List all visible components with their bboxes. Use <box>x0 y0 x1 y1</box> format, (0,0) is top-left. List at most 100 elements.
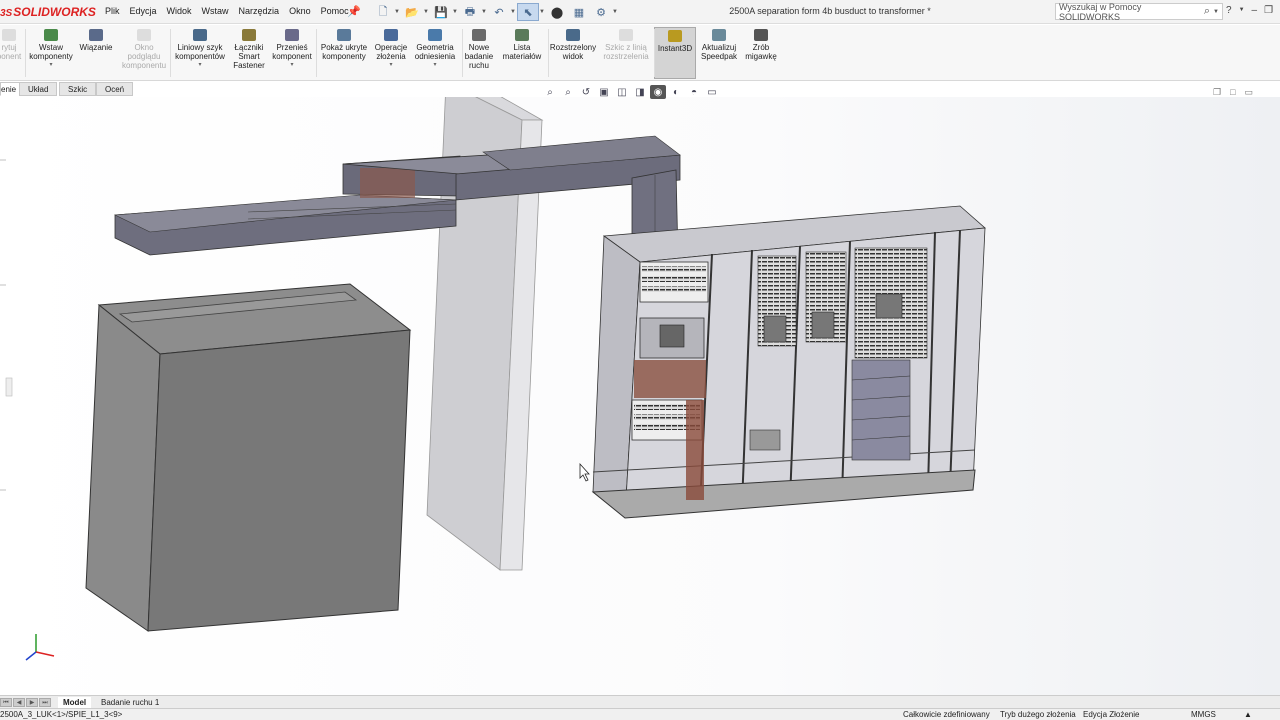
search-icon[interactable]: ⌕ <box>1204 5 1210 18</box>
ribbon-separator <box>170 29 171 77</box>
ribbon-button-linear-pattern[interactable]: Liniowy szyk komponentów ▾ <box>172 27 228 70</box>
command-manager: rytuj ponentWstaw komponenty▾WiązanieOkn… <box>0 25 1280 81</box>
tab-sketch[interactable]: Szkic <box>59 82 97 96</box>
ribbon-button-bom[interactable]: Lista materiałów <box>500 27 544 61</box>
solidworks-logo[interactable]: 3SSOLIDWORKS <box>0 5 96 19</box>
graphics-area[interactable] <box>0 97 1280 695</box>
status-units[interactable]: MMGS <box>1191 710 1216 719</box>
menu-bar: Plik Edycja Widok Wstaw Narzędzia Okno P… <box>100 6 354 16</box>
ribbon-button-motion-study[interactable]: Nowe badanie ruchu <box>462 27 496 70</box>
ribbon-button-instant3d[interactable]: Instant3D <box>654 27 696 79</box>
hide-show-items-icon[interactable]: ◉ <box>650 85 666 99</box>
status-bar: 2500A_3_LUK<1>/SPIE_L1_3<9> Całkowicie z… <box>0 708 1280 720</box>
viewport-restore-icon[interactable]: ❐ <box>1213 87 1221 98</box>
undo-icon[interactable]: ↶ <box>488 3 510 21</box>
save-icon[interactable]: 💾 <box>430 3 452 21</box>
assembly-features-icon <box>384 29 398 41</box>
display-style-icon[interactable]: ◨ <box>632 85 648 99</box>
edit-appearance-icon[interactable]: ◐ <box>668 85 684 99</box>
tab-model[interactable]: Model <box>58 697 92 708</box>
ribbon-caret-icon[interactable]: ▾ <box>372 61 410 70</box>
title-bar: 3SSOLIDWORKS Plik Edycja Widok Wstaw Nar… <box>0 0 1280 24</box>
viewport-maximize-icon[interactable]: □ <box>1230 87 1235 98</box>
open-caret-icon[interactable]: ▼ <box>423 9 430 15</box>
ribbon-button-label: Przenieś komponent <box>272 43 312 61</box>
view-orientation-icon[interactable]: ◫ <box>614 85 630 99</box>
options-gear-icon[interactable]: ⚙ <box>590 3 612 21</box>
ribbon-button-show-hidden[interactable]: Pokaż ukryte komponenty <box>318 27 370 61</box>
traffic-light-icon[interactable]: ⬤ <box>546 3 568 21</box>
ribbon-button-explode-line-sketch[interactable]: Szkic z linią rozstrzelenia <box>600 27 652 61</box>
ribbon-button-assembly-features[interactable]: Operacje złożenia ▾ <box>372 27 410 70</box>
open-document-icon[interactable]: 📂 <box>401 3 423 21</box>
ribbon-caret-icon[interactable]: ▾ <box>270 61 314 70</box>
linear-pattern-icon <box>193 29 207 41</box>
menu-tools[interactable]: Narzędzia <box>234 6 285 16</box>
view-settings-icon[interactable]: ▭ <box>704 85 720 99</box>
menu-file[interactable]: Plik <box>100 6 125 16</box>
ribbon-button-exploded-view[interactable]: Rozstrzelony widok <box>548 27 598 61</box>
menu-edit[interactable]: Edycja <box>125 6 162 16</box>
restore-icon[interactable]: ❐ <box>1264 5 1273 16</box>
pin-menu-icon[interactable]: 📌 <box>347 5 361 18</box>
options-caret-icon[interactable]: ▼ <box>612 9 619 15</box>
undo-caret-icon[interactable]: ▼ <box>510 9 517 15</box>
zoom-to-fit-icon[interactable]: ⌕ <box>542 85 558 99</box>
ribbon-button-smart-fastener[interactable]: Łączniki Smart Fastener <box>230 27 268 70</box>
ribbon-button-move-component[interactable]: Przenieś komponent ▾ <box>270 27 314 70</box>
select-caret-icon[interactable]: ▼ <box>539 9 546 15</box>
ribbon-button-component-preview[interactable]: Okno podglądu komponentu <box>116 27 172 70</box>
assembly-3d-scene[interactable] <box>0 97 1280 695</box>
tab-layout[interactable]: Układ <box>19 82 58 96</box>
ribbon-button-label: Wstaw komponenty <box>29 43 73 61</box>
move-component-icon <box>285 29 299 41</box>
menu-insert[interactable]: Wstaw <box>197 6 234 16</box>
tab-evaluate[interactable]: Oceń <box>96 82 134 96</box>
ribbon-button-snapshot[interactable]: Zrób migawkę <box>742 27 780 61</box>
switchboard-cabinet[interactable] <box>591 205 986 519</box>
status-units-caret-icon[interactable]: ▲ <box>1244 710 1252 719</box>
document-title: 2500A separation form 4b busduct to tran… <box>729 6 931 16</box>
help-question-icon[interactable]: ? <box>1226 5 1232 16</box>
ribbon-button-edit-component[interactable]: rytuj ponent <box>0 27 24 61</box>
previous-view-icon[interactable]: ↺ <box>578 85 594 99</box>
ribbon-caret-icon[interactable]: ▾ <box>172 61 228 70</box>
ribbon-button-mate[interactable]: Wiązanie <box>78 27 114 52</box>
print-caret-icon[interactable]: ▼ <box>481 9 488 15</box>
search-help-placeholder: Wyszukaj w Pomocy SOLIDWORKS <box>1059 1 1142 22</box>
save-caret-icon[interactable]: ▼ <box>452 9 459 15</box>
transformer-enclosure[interactable] <box>85 283 412 632</box>
instant3d-icon <box>668 30 682 42</box>
ribbon-caret-icon[interactable]: ▾ <box>412 61 458 70</box>
ribbon-button-speedpak[interactable]: Aktualizuj Speedpak <box>697 27 741 61</box>
ribbon-button-label: Okno podglądu komponentu <box>121 43 167 70</box>
last-tab-icon[interactable]: ⏭ <box>39 698 51 707</box>
print-icon[interactable]: 🖶 <box>459 3 481 21</box>
next-tab-icon[interactable]: ▶ <box>26 698 38 707</box>
search-help-field[interactable]: Wyszukaj w Pomocy SOLIDWORKS ⌕ ▼ <box>1055 1 1223 22</box>
tab-motion-study[interactable]: Badanie ruchu 1 <box>96 697 164 708</box>
section-view-icon[interactable]: ▣ <box>596 85 612 99</box>
minimize-icon[interactable]: – <box>1252 5 1258 16</box>
status-path: 2500A_3_LUK<1>/SPIE_L1_3<9> <box>0 710 123 719</box>
prev-tab-icon[interactable]: ◀ <box>13 698 25 707</box>
ribbon-button-reference-geometry[interactable]: Geometria odniesienia ▾ <box>412 27 458 70</box>
ribbon-button-label: Geometria odniesienia <box>414 43 456 61</box>
ribbon-button-insert-components[interactable]: Wstaw komponenty ▾ <box>26 27 76 70</box>
help-caret-icon[interactable]: ▼ <box>1239 7 1245 16</box>
file-properties-icon[interactable]: ▦ <box>568 3 590 21</box>
ribbon-separator <box>654 29 655 77</box>
menu-view[interactable]: Widok <box>162 6 197 16</box>
zoom-to-area-icon[interactable]: ⌕ <box>560 85 576 99</box>
viewport-close-icon[interactable]: ▭ <box>1245 87 1254 98</box>
new-document-icon[interactable]: 🗋 <box>372 3 394 21</box>
menu-window[interactable]: Okno <box>284 6 316 16</box>
select-arrow-icon[interactable]: ⬉ <box>517 3 539 21</box>
mate-icon <box>89 29 103 41</box>
new-caret-icon[interactable]: ▼ <box>394 9 401 15</box>
first-tab-icon[interactable]: ⏮ <box>0 698 12 707</box>
search-caret-icon[interactable]: ▼ <box>1213 9 1219 15</box>
apply-scene-icon[interactable]: ◓ <box>686 85 702 99</box>
ribbon-caret-icon[interactable]: ▾ <box>26 61 76 70</box>
edit-component-icon <box>2 29 16 41</box>
